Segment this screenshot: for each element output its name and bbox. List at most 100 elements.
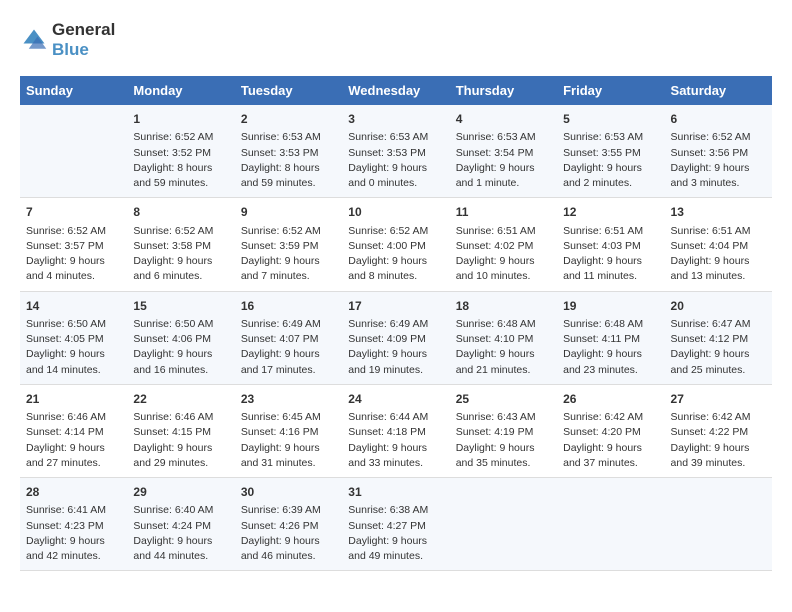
weekday-header-saturday: Saturday [665,76,772,105]
day-info-line: and 7 minutes. [241,269,336,284]
day-info-line: Sunset: 3:55 PM [563,146,658,161]
day-info-line: Daylight: 9 hours [348,441,443,456]
day-info-line: Sunrise: 6:51 AM [456,224,551,239]
day-info-line: Sunrise: 6:43 AM [456,410,551,425]
day-number: 7 [26,204,121,221]
day-info-line: Sunrise: 6:51 AM [671,224,766,239]
day-info-line: and 37 minutes. [563,456,658,471]
calendar-cell: 19Sunrise: 6:48 AMSunset: 4:11 PMDayligh… [557,291,664,384]
day-info-line: Sunrise: 6:52 AM [133,130,228,145]
day-info-line: and 19 minutes. [348,363,443,378]
calendar-cell: 28Sunrise: 6:41 AMSunset: 4:23 PMDayligh… [20,478,127,571]
day-info-line: Sunset: 4:20 PM [563,425,658,440]
day-info-line: Sunset: 4:14 PM [26,425,121,440]
day-number: 11 [456,204,551,221]
day-info-line: Sunset: 3:59 PM [241,239,336,254]
day-number: 2 [241,111,336,128]
day-info-line: Sunrise: 6:52 AM [348,224,443,239]
day-info-line: Sunset: 3:57 PM [26,239,121,254]
day-info-line: and 23 minutes. [563,363,658,378]
day-info-line: Sunset: 4:19 PM [456,425,551,440]
day-info-line: and 31 minutes. [241,456,336,471]
day-number: 17 [348,298,443,315]
day-info-line: Sunset: 4:07 PM [241,332,336,347]
calendar-table: SundayMondayTuesdayWednesdayThursdayFrid… [20,76,772,571]
calendar-cell: 15Sunrise: 6:50 AMSunset: 4:06 PMDayligh… [127,291,234,384]
calendar-cell: 10Sunrise: 6:52 AMSunset: 4:00 PMDayligh… [342,198,449,291]
day-info-line: and 27 minutes. [26,456,121,471]
day-number: 16 [241,298,336,315]
day-info-line: and 44 minutes. [133,549,228,564]
day-info-line: Sunset: 3:54 PM [456,146,551,161]
calendar-cell: 11Sunrise: 6:51 AMSunset: 4:02 PMDayligh… [450,198,557,291]
day-number: 4 [456,111,551,128]
weekday-header-monday: Monday [127,76,234,105]
day-number: 26 [563,391,658,408]
day-info-line: Daylight: 9 hours [348,534,443,549]
day-info-line: Sunset: 4:10 PM [456,332,551,347]
day-info-line: Daylight: 9 hours [563,254,658,269]
day-info-line: and 8 minutes. [348,269,443,284]
calendar-cell: 5Sunrise: 6:53 AMSunset: 3:55 PMDaylight… [557,105,664,198]
day-info-line: Daylight: 9 hours [133,441,228,456]
calendar-cell: 31Sunrise: 6:38 AMSunset: 4:27 PMDayligh… [342,478,449,571]
logo: General Blue [20,20,115,60]
day-info-line: Daylight: 9 hours [563,347,658,362]
calendar-cell [665,478,772,571]
week-row-5: 28Sunrise: 6:41 AMSunset: 4:23 PMDayligh… [20,478,772,571]
day-info-line: Sunset: 4:03 PM [563,239,658,254]
day-info-line: Sunset: 3:58 PM [133,239,228,254]
day-info-line: Sunset: 4:00 PM [348,239,443,254]
day-info-line: Daylight: 9 hours [348,161,443,176]
day-info-line: Daylight: 9 hours [456,161,551,176]
day-info-line: Sunset: 4:16 PM [241,425,336,440]
day-number: 22 [133,391,228,408]
calendar-cell: 14Sunrise: 6:50 AMSunset: 4:05 PMDayligh… [20,291,127,384]
day-info-line: Sunrise: 6:40 AM [133,503,228,518]
day-info-line: Sunrise: 6:48 AM [563,317,658,332]
day-number: 31 [348,484,443,501]
day-number: 13 [671,204,766,221]
day-info-line: Sunset: 3:52 PM [133,146,228,161]
day-info-line: and 42 minutes. [26,549,121,564]
day-info-line: Sunset: 4:22 PM [671,425,766,440]
calendar-cell: 4 Sunrise: 6:53 AMSunset: 3:54 PMDaylight… [450,105,557,198]
day-info-line: Sunset: 3:56 PM [671,146,766,161]
day-number: 30 [241,484,336,501]
day-info-line: and 59 minutes. [241,176,336,191]
calendar-cell: 20Sunrise: 6:47 AMSunset: 4:12 PMDayligh… [665,291,772,384]
day-info-line: and 14 minutes. [26,363,121,378]
weekday-header-thursday: Thursday [450,76,557,105]
day-info-line: Daylight: 9 hours [348,347,443,362]
day-info-line: Sunrise: 6:47 AM [671,317,766,332]
day-info-line: Daylight: 9 hours [26,534,121,549]
day-info-line: Daylight: 9 hours [348,254,443,269]
calendar-cell: 13Sunrise: 6:51 AMSunset: 4:04 PMDayligh… [665,198,772,291]
day-info-line: and 16 minutes. [133,363,228,378]
day-info-line: and 25 minutes. [671,363,766,378]
day-info-line: Sunset: 3:53 PM [348,146,443,161]
day-info-line: and 2 minutes. [563,176,658,191]
day-info-line: Sunrise: 6:48 AM [456,317,551,332]
week-row-2: 7 Sunrise: 6:52 AM Sunset: 3:57 PM Daylight… [20,198,772,291]
week-row-3: 14Sunrise: 6:50 AMSunset: 4:05 PMDayligh… [20,291,772,384]
day-info-line: and 49 minutes. [348,549,443,564]
calendar-cell: 22Sunrise: 6:46 AMSunset: 4:15 PMDayligh… [127,384,234,477]
weekday-header-row: SundayMondayTuesdayWednesdayThursdayFrid… [20,76,772,105]
day-info-line: and 11 minutes. [563,269,658,284]
day-info-line: Sunrise: 6:53 AM [563,130,658,145]
day-info-line: Sunset: 4:23 PM [26,519,121,534]
day-number: 9 [241,204,336,221]
calendar-cell: 12Sunrise: 6:51 AMSunset: 4:03 PMDayligh… [557,198,664,291]
day-number: 29 [133,484,228,501]
day-info-line: Daylight: 9 hours [241,441,336,456]
weekday-header-tuesday: Tuesday [235,76,342,105]
calendar-cell: 21Sunrise: 6:46 AMSunset: 4:14 PMDayligh… [20,384,127,477]
calendar-cell: 25Sunrise: 6:43 AMSunset: 4:19 PMDayligh… [450,384,557,477]
day-info-line: Sunrise: 6:51 AM [563,224,658,239]
day-info-line: and 33 minutes. [348,456,443,471]
weekday-header-friday: Friday [557,76,664,105]
day-number: 6 [671,111,766,128]
day-info-line: Sunrise: 6:53 AM [456,130,551,145]
day-info-line: Sunrise: 6:44 AM [348,410,443,425]
